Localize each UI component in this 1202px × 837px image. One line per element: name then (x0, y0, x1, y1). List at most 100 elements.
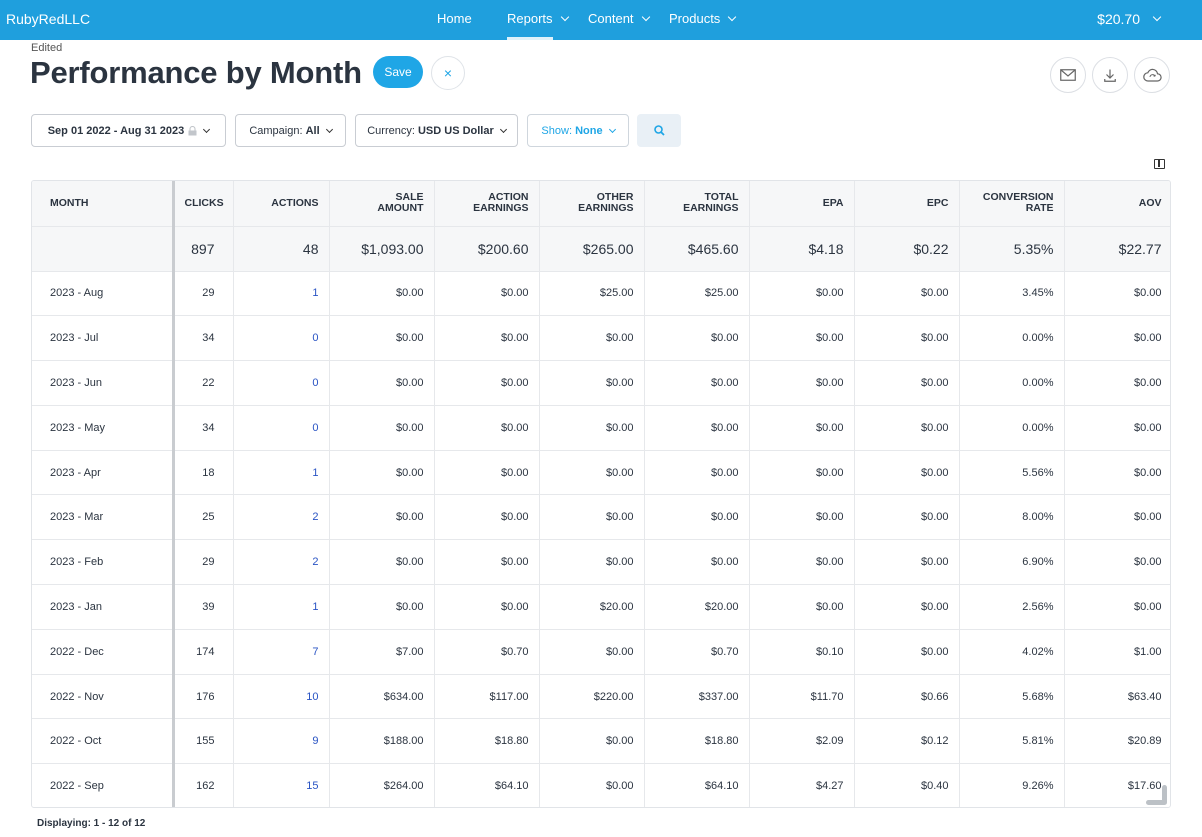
column-header-action-earnings[interactable]: ACTION EARNINGS (434, 181, 540, 227)
close-button[interactable]: × (431, 56, 465, 90)
show-filter-value: None (575, 124, 603, 137)
cell-epa: $0.00 (749, 494, 855, 541)
save-button[interactable]: Save (373, 56, 423, 88)
column-header-total-earnings[interactable]: TOTAL EARNINGS (644, 181, 750, 227)
cell-action-earnings: $0.00 (434, 539, 540, 586)
cell-month: 2023 - Jun (32, 360, 175, 406)
cell-sale-amount: $7.00 (329, 629, 435, 675)
search-button[interactable] (637, 114, 681, 147)
cell-total-earnings: $18.80 (644, 718, 750, 765)
totals-cell-month (32, 226, 175, 272)
column-header-month[interactable]: MONTH (32, 181, 175, 227)
cell-aov: $0.00 (1064, 315, 1170, 362)
cell-total-earnings: $0.00 (644, 360, 750, 406)
column-header-clicks[interactable]: CLICKS (173, 181, 234, 227)
totals-cell-total-earnings: $465.60 (644, 226, 750, 272)
actions-link[interactable]: 1 (233, 450, 330, 496)
actions-link[interactable]: 1 (233, 584, 330, 630)
cell-clicks: 22 (173, 360, 234, 406)
column-header-sale-amount[interactable]: SALE AMOUNT (329, 181, 435, 227)
table-row: 2023 - Jul 34 0 $0.00 $0.00 $0.00 $0.00 $0.00 $0… (32, 315, 1170, 362)
table-row: 2023 - Mar 25 2 $0.00 $0.00 $0.00 $0.00 $0.00 $0… (32, 494, 1170, 541)
cell-epa: $0.10 (749, 629, 855, 675)
cell-sale-amount: $0.00 (329, 494, 435, 541)
actions-link[interactable]: 0 (233, 360, 330, 406)
campaign-filter[interactable]: Campaign: All (235, 114, 346, 147)
cell-month: 2022 - Sep (32, 763, 175, 807)
table-row: 2022 - Sep 162 15 $264.00 $64.10 $0.00 $64.10 $… (32, 763, 1170, 807)
nav-item-home[interactable]: Home (437, 11, 472, 26)
totals-cell-clicks: 897 (173, 226, 234, 272)
cell-epc: $0.00 (854, 271, 960, 317)
cell-other-earnings: $0.00 (539, 763, 645, 807)
cell-month: 2023 - Jan (32, 584, 175, 630)
totals-cell-epa: $4.18 (749, 226, 855, 272)
columns-icon[interactable] (1154, 159, 1165, 169)
cell-conversion-rate: 5.68% (959, 674, 1065, 720)
cell-epc: $0.00 (854, 315, 960, 362)
cell-other-earnings: $0.00 (539, 450, 645, 496)
currency-filter-label: Currency: (367, 124, 415, 137)
cell-other-earnings: $0.00 (539, 718, 645, 765)
nav-label-products: Products (669, 11, 721, 26)
header-label: EARNINGS (578, 202, 634, 215)
chevron-down-icon (499, 125, 507, 133)
actions-link[interactable]: 0 (233, 315, 330, 362)
show-filter[interactable]: Show: None (527, 114, 629, 147)
cell-other-earnings: $0.00 (539, 405, 645, 451)
actions-link[interactable]: 2 (233, 539, 330, 586)
cell-epa: $0.00 (749, 271, 855, 317)
resize-handle-icon[interactable] (1146, 785, 1170, 807)
email-button[interactable] (1050, 57, 1086, 93)
cell-month: 2022 - Dec (32, 629, 175, 675)
nav-item-reports[interactable]: Reports (507, 11, 569, 26)
actions-link[interactable]: 15 (233, 763, 330, 807)
campaign-filter-value: All (305, 124, 320, 137)
nav-item-content[interactable]: Content (588, 11, 650, 26)
cell-epc: $0.00 (854, 450, 960, 496)
cell-action-earnings: $0.70 (434, 629, 540, 675)
column-header-other-earnings[interactable]: OTHER EARNINGS (539, 181, 645, 227)
cell-epa: $0.00 (749, 360, 855, 406)
cell-action-earnings: $64.10 (434, 763, 540, 807)
cell-other-earnings: $25.00 (539, 271, 645, 317)
actions-link[interactable]: 2 (233, 494, 330, 541)
cell-epa: $11.70 (749, 674, 855, 720)
totals-cell-epc: $0.22 (854, 226, 960, 272)
cell-action-earnings: $18.80 (434, 718, 540, 765)
column-header-epa[interactable]: EPA (749, 181, 855, 227)
table-row: 2023 - Jun 22 0 $0.00 $0.00 $0.00 $0.00 $0.00 $0… (32, 360, 1170, 406)
cell-total-earnings: $64.10 (644, 763, 750, 807)
column-header-conversion-rate[interactable]: CONVERSION RATE (959, 181, 1065, 227)
performance-table: MONTH CLICKS ACTIONS SALE AMOUNT ACTION EA… (31, 180, 1171, 808)
actions-link[interactable]: 0 (233, 405, 330, 451)
cell-epc: $0.40 (854, 763, 960, 807)
actions-link[interactable]: 10 (233, 674, 330, 720)
brand-name[interactable]: RubyRedLLC (6, 11, 90, 27)
table-row: 2022 - Dec 174 7 $7.00 $0.70 $0.00 $0.70 $0.10 $… (32, 629, 1170, 675)
chevron-down-icon (325, 125, 333, 133)
cell-epa: $0.00 (749, 584, 855, 630)
actions-link[interactable]: 7 (233, 629, 330, 675)
header-label: AOV (1138, 196, 1162, 209)
date-range-filter[interactable]: Sep 01 2022 - Aug 31 2023 (31, 114, 226, 147)
actions-link[interactable]: 9 (233, 718, 330, 765)
search-icon (653, 125, 665, 136)
currency-filter[interactable]: Currency: USD US Dollar (355, 114, 518, 147)
column-header-actions[interactable]: ACTIONS (233, 181, 330, 227)
download-button[interactable] (1092, 57, 1128, 93)
cloud-sync-button[interactable] (1134, 57, 1170, 93)
cell-clicks: 34 (173, 405, 234, 451)
account-balance-menu[interactable]: $20.70 (1097, 11, 1162, 27)
nav-item-products[interactable]: Products (669, 11, 737, 26)
cell-aov: $0.00 (1064, 405, 1170, 451)
column-header-epc[interactable]: EPC (854, 181, 960, 227)
totals-cell-conversion-rate: 5.35% (959, 226, 1065, 272)
cell-other-earnings: $0.00 (539, 494, 645, 541)
balance-value: $20.70 (1097, 11, 1140, 27)
cloud-refresh-icon (1142, 68, 1162, 82)
column-header-aov[interactable]: AOV (1064, 181, 1170, 227)
cell-month: 2023 - Mar (32, 494, 175, 541)
actions-link[interactable]: 1 (233, 271, 330, 317)
cell-conversion-rate: 0.00% (959, 360, 1065, 406)
